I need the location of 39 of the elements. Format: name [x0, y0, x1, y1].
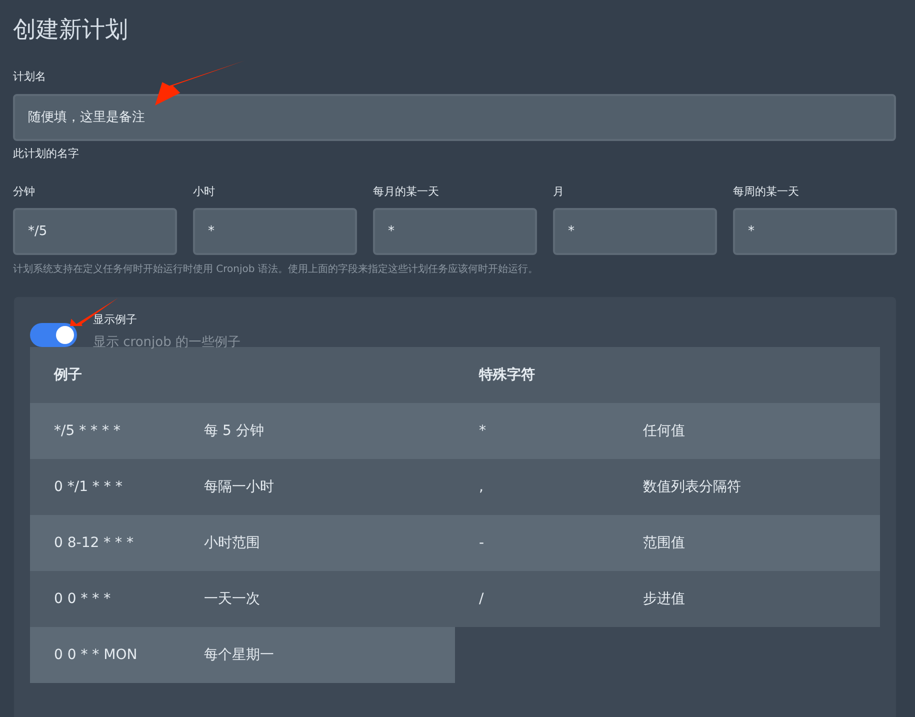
column-header: 例子: [54, 366, 82, 382]
table-cell-text: 小时范围: [204, 534, 260, 552]
help-text: 计划系统支持在定义任务何时开始运行时使用 Cronjob 语法。使用上面的字段来指定这些计划任务应该何时开始运行。: [13, 263, 538, 277]
table-cell: -: [479, 534, 484, 550]
field-label: 每周的某一天: [733, 185, 799, 199]
schedule-field[interactable]: *: [373, 208, 537, 255]
table-cell: *: [479, 422, 486, 438]
schedule-field[interactable]: */5: [13, 208, 177, 255]
table-cell-text: 步进值: [643, 590, 685, 608]
plan-name-field[interactable]: 随便填，这里是备注: [13, 94, 896, 141]
field-label: 月: [553, 185, 564, 199]
table-cell-text: 一天一次: [204, 590, 260, 608]
toggle-switch[interactable]: [30, 323, 77, 347]
table-cell: 0 8-12 * * *: [54, 534, 134, 550]
table-cell-text: 数值列表分隔符: [643, 478, 741, 496]
schedule-field[interactable]: *: [733, 208, 897, 255]
field-label: 每月的某一天: [373, 185, 439, 199]
table-cell: 0 */1 * * *: [54, 478, 122, 494]
table-cell: */5 * * * *: [54, 422, 120, 438]
schedule-field[interactable]: *: [553, 208, 717, 255]
table-cell-text: 每个星期一: [204, 646, 274, 664]
table-cell-text: 每隔一小时: [204, 478, 274, 496]
toggle-label: 显示例子: [93, 313, 137, 327]
help-text: 此计划的名字: [13, 147, 79, 161]
toggle-description: 显示 cronjob 的一些例子: [93, 335, 240, 351]
table-cell-text: 范围值: [643, 534, 685, 552]
table-cell: 0 0 * * MON: [54, 646, 138, 662]
field-label: 分钟: [13, 185, 35, 199]
field-label: 小时: [193, 185, 215, 199]
field-label: 计划名: [13, 70, 46, 84]
table-cell: /: [479, 590, 484, 606]
schedule-field[interactable]: *: [193, 208, 357, 255]
table-cell-text: 每 5 分钟: [204, 422, 264, 440]
toggle-knob: [56, 326, 74, 344]
table-cell: 0 0 * * *: [54, 590, 111, 606]
table-cell: ,: [479, 478, 484, 494]
page-title: 创建新计划: [13, 16, 128, 45]
column-header: 特殊字符: [479, 366, 535, 382]
table-cell-text: 任何值: [643, 422, 685, 440]
